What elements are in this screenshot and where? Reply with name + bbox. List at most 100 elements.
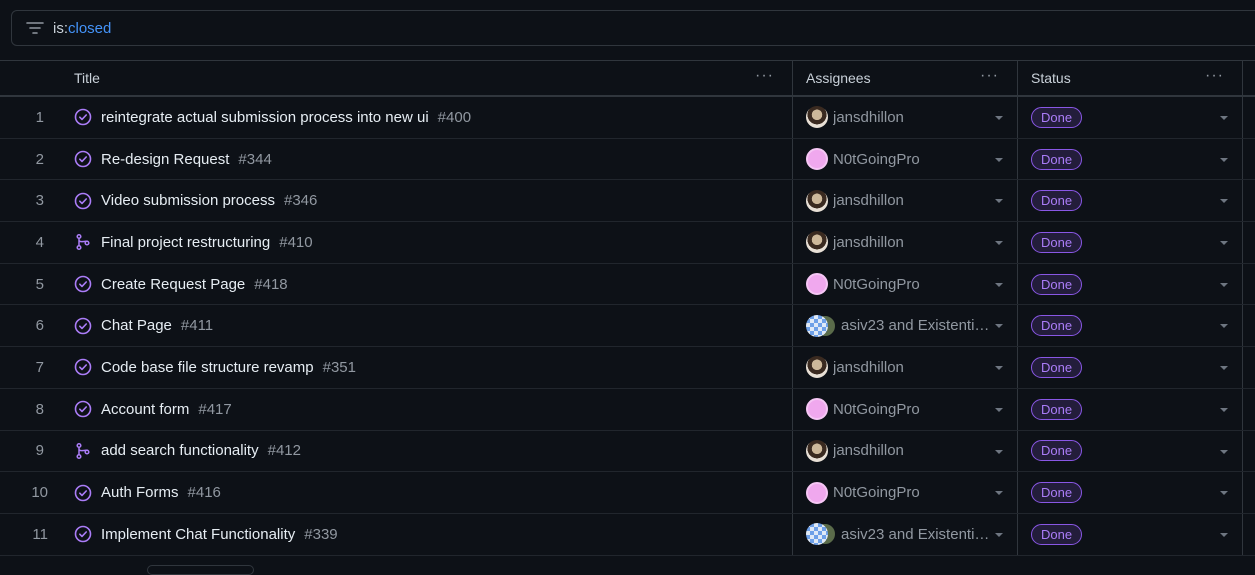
- item-title-link[interactable]: Account form: [101, 401, 189, 418]
- assignee-cell[interactable]: asiv23 and Existenti…: [793, 305, 1018, 347]
- item-title-link[interactable]: Re-design Request: [101, 151, 229, 168]
- chevron-down-icon[interactable]: [1220, 199, 1228, 204]
- chevron-down-icon[interactable]: [995, 157, 1003, 162]
- table-row[interactable]: 9 add search functionality #412 jansdhillon…: [0, 430, 1255, 473]
- status-cell[interactable]: Done: [1018, 263, 1243, 305]
- status-cell[interactable]: Done: [1018, 513, 1243, 555]
- status-cell[interactable]: Done: [1018, 388, 1243, 430]
- chevron-down-icon[interactable]: [995, 116, 1003, 120]
- footer-button[interactable]: [147, 565, 254, 575]
- item-title-link[interactable]: Final project restructuring: [101, 234, 270, 251]
- item-title-link[interactable]: Auth Forms: [101, 484, 179, 501]
- title-column-menu-icon[interactable]: ···: [755, 68, 774, 84]
- title-cell[interactable]: Chat Page #411: [65, 305, 793, 347]
- assignee-cell[interactable]: jansdhillon: [793, 222, 1018, 263]
- chevron-down-icon[interactable]: [995, 491, 1003, 496]
- status-cell[interactable]: Done: [1018, 138, 1243, 180]
- status-cell[interactable]: Done: [1018, 222, 1243, 263]
- chevron-down-icon[interactable]: [1220, 157, 1228, 162]
- assignee-cell[interactable]: asiv23 and Existenti…: [793, 513, 1018, 555]
- assignee-names: N0tGoingPro: [833, 484, 920, 502]
- assignee-cell[interactable]: N0tGoingPro: [793, 388, 1018, 430]
- title-cell[interactable]: Implement Chat Functionality #339: [65, 513, 793, 555]
- assignee-cell[interactable]: jansdhillon: [793, 430, 1018, 472]
- chevron-down-icon[interactable]: [1220, 282, 1228, 287]
- issue-closed-icon: [74, 275, 92, 293]
- row-number: 3: [35, 192, 44, 210]
- assignee-cell[interactable]: jansdhillon: [793, 97, 1018, 138]
- table-row[interactable]: 4 Final project restructuring #410 jansdhil…: [0, 222, 1255, 264]
- assignees-column-menu-icon[interactable]: ···: [980, 68, 999, 84]
- header-status[interactable]: Status ···: [1018, 61, 1243, 95]
- assignee-cell[interactable]: N0tGoingPro: [793, 263, 1018, 305]
- row-extra-cell: [1243, 139, 1255, 180]
- header-title[interactable]: Title ···: [65, 61, 793, 95]
- chevron-down-icon[interactable]: [995, 282, 1003, 287]
- chevron-down-icon[interactable]: [995, 199, 1003, 204]
- filter-query[interactable]: is:closed: [53, 20, 111, 37]
- item-title-link[interactable]: Code base file structure revamp: [101, 359, 314, 376]
- assignee-cell[interactable]: jansdhillon: [793, 180, 1018, 222]
- title-cell[interactable]: Video submission process #346: [65, 180, 793, 222]
- filter-bar[interactable]: is:closed: [11, 10, 1255, 46]
- title-cell[interactable]: Create Request Page #418: [65, 263, 793, 305]
- title-cell[interactable]: Auth Forms #416: [65, 472, 793, 513]
- title-cell[interactable]: reintegrate actual submission process in…: [65, 97, 793, 138]
- assignee-names: N0tGoingPro: [833, 150, 920, 168]
- title-cell[interactable]: Re-design Request #344: [65, 138, 793, 180]
- chevron-down-icon[interactable]: [1220, 407, 1228, 412]
- title-cell[interactable]: add search functionality #412: [65, 430, 793, 472]
- row-extra-cell: [1243, 514, 1255, 555]
- status-column-menu-icon[interactable]: ···: [1205, 68, 1224, 84]
- chevron-down-icon[interactable]: [995, 324, 1003, 329]
- item-title-link[interactable]: Chat Page: [101, 317, 172, 334]
- item-title-link[interactable]: Implement Chat Functionality: [101, 526, 295, 543]
- title-cell[interactable]: Account form #417: [65, 388, 793, 430]
- row-number: 1: [35, 108, 44, 126]
- status-cell[interactable]: Done: [1018, 430, 1243, 472]
- chevron-down-icon[interactable]: [995, 366, 1003, 371]
- table-row[interactable]: 1 reintegrate actual submission process i…: [0, 97, 1255, 139]
- chevron-down-icon[interactable]: [995, 532, 1003, 537]
- title-cell[interactable]: Code base file structure revamp #351: [65, 347, 793, 388]
- chevron-down-icon[interactable]: [1220, 366, 1228, 371]
- chevron-down-icon[interactable]: [1220, 532, 1228, 537]
- table-row[interactable]: 2 Re-design Request #344 N0tGoingPro Done: [0, 138, 1255, 181]
- item-title-link[interactable]: add search functionality: [101, 442, 259, 459]
- assignee-cell[interactable]: N0tGoingPro: [793, 472, 1018, 513]
- status-cell[interactable]: Done: [1018, 472, 1243, 513]
- table-row[interactable]: 5 Create Request Page #418 N0tGoingPro Done: [0, 263, 1255, 306]
- chevron-down-icon[interactable]: [1220, 491, 1228, 496]
- chevron-down-icon[interactable]: [995, 449, 1003, 454]
- chevron-down-icon[interactable]: [1220, 116, 1228, 120]
- table-row[interactable]: 11 Implement Chat Functionality #339 asiv23…: [0, 513, 1255, 556]
- status-badge: Done: [1031, 273, 1083, 295]
- table-row[interactable]: 6 Chat Page #411 asiv23 and Existenti… Done: [0, 305, 1255, 348]
- status-cell[interactable]: Done: [1018, 305, 1243, 347]
- avatar: [806, 189, 828, 212]
- status-cell[interactable]: Done: [1018, 347, 1243, 388]
- chevron-down-icon[interactable]: [1220, 324, 1228, 329]
- status-cell[interactable]: Done: [1018, 97, 1243, 138]
- assignee-cell[interactable]: jansdhillon: [793, 347, 1018, 388]
- assignee-cell[interactable]: N0tGoingPro: [793, 138, 1018, 180]
- table-row[interactable]: 3 Video submission process #346 jansdhillon…: [0, 180, 1255, 223]
- item-number: #412: [267, 442, 301, 460]
- item-title-link[interactable]: reintegrate actual submission process in…: [101, 109, 429, 126]
- chevron-down-icon[interactable]: [995, 407, 1003, 412]
- table-row[interactable]: 7 Code base file structure revamp #351 jans…: [0, 347, 1255, 389]
- issue-closed-icon: [74, 525, 92, 543]
- table-row[interactable]: 8 Account form #417 N0tGoingPro Done: [0, 388, 1255, 431]
- status-cell[interactable]: Done: [1018, 180, 1243, 222]
- item-number: #417: [198, 400, 232, 418]
- chevron-down-icon[interactable]: [1220, 241, 1228, 246]
- header-add-column[interactable]: [1243, 61, 1255, 95]
- status-badge: Done: [1031, 523, 1083, 545]
- chevron-down-icon[interactable]: [995, 241, 1003, 246]
- table-row[interactable]: 10 Auth Forms #416 N0tGoingPro Done: [0, 472, 1255, 514]
- header-assignees[interactable]: Assignees ···: [793, 61, 1018, 95]
- chevron-down-icon[interactable]: [1220, 449, 1228, 454]
- item-title-link[interactable]: Video submission process: [101, 192, 275, 209]
- item-title-link[interactable]: Create Request Page: [101, 276, 245, 293]
- title-cell[interactable]: Final project restructuring #410: [65, 222, 793, 263]
